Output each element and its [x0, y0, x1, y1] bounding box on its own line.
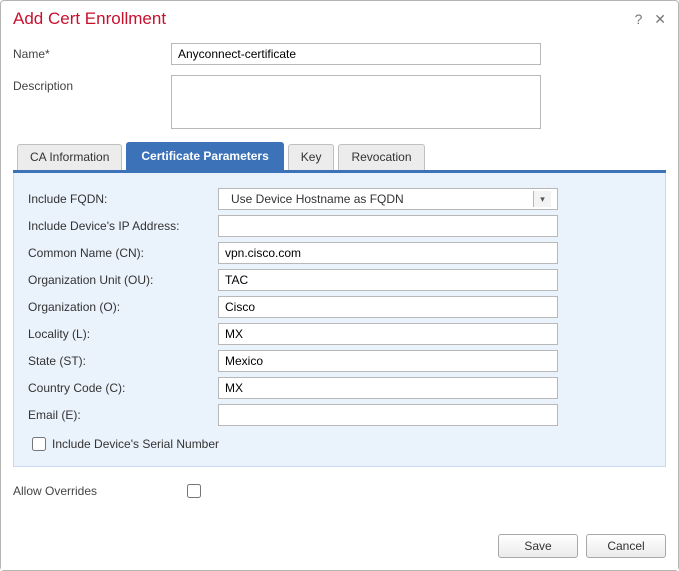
- tab-bar: CA Information Certificate Parameters Ke…: [13, 142, 666, 170]
- allow-overrides-checkbox[interactable]: [187, 484, 201, 498]
- common-name-label: Common Name (CN):: [28, 246, 218, 260]
- chevron-down-icon[interactable]: ▾: [533, 191, 551, 207]
- description-textarea[interactable]: [171, 75, 541, 129]
- close-icon[interactable]: ✕: [654, 11, 666, 27]
- include-fqdn-value: Use Device Hostname as FQDN: [225, 188, 533, 210]
- save-button[interactable]: Save: [498, 534, 578, 558]
- tab-revocation[interactable]: Revocation: [338, 144, 424, 170]
- include-ip-label: Include Device's IP Address:: [28, 219, 218, 233]
- dialog-titlebar: Add Cert Enrollment ? ✕: [1, 1, 678, 33]
- locality-label: Locality (L):: [28, 327, 218, 341]
- cancel-button[interactable]: Cancel: [586, 534, 666, 558]
- dialog-footer: Save Cancel: [1, 524, 678, 570]
- name-label: Name*: [13, 43, 171, 61]
- include-fqdn-label: Include FQDN:: [28, 192, 218, 206]
- include-serial-label: Include Device's Serial Number: [52, 437, 219, 451]
- organization-label: Organization (O):: [28, 300, 218, 314]
- state-label: State (ST):: [28, 354, 218, 368]
- country-code-input[interactable]: [218, 377, 558, 399]
- allow-overrides-label: Allow Overrides: [13, 484, 183, 498]
- common-name-input[interactable]: [218, 242, 558, 264]
- organization-input[interactable]: [218, 296, 558, 318]
- add-cert-enrollment-dialog: Add Cert Enrollment ? ✕ Name* Descriptio…: [0, 0, 679, 571]
- include-serial-checkbox[interactable]: [32, 437, 46, 451]
- organization-unit-label: Organization Unit (OU):: [28, 273, 218, 287]
- tab-ca-information[interactable]: CA Information: [17, 144, 122, 170]
- locality-input[interactable]: [218, 323, 558, 345]
- include-fqdn-select[interactable]: Use Device Hostname as FQDN ▾: [218, 188, 558, 210]
- tab-certificate-parameters[interactable]: Certificate Parameters: [126, 142, 283, 170]
- description-label: Description: [13, 75, 171, 93]
- organization-unit-input[interactable]: [218, 269, 558, 291]
- include-ip-input[interactable]: [218, 215, 558, 237]
- certificate-parameters-panel: Include FQDN: Use Device Hostname as FQD…: [13, 173, 666, 467]
- dialog-title: Add Cert Enrollment: [13, 9, 627, 29]
- email-input[interactable]: [218, 404, 558, 426]
- name-input[interactable]: [171, 43, 541, 65]
- email-label: Email (E):: [28, 408, 218, 422]
- tab-key[interactable]: Key: [288, 144, 335, 170]
- state-input[interactable]: [218, 350, 558, 372]
- help-icon[interactable]: ?: [635, 11, 643, 27]
- country-code-label: Country Code (C):: [28, 381, 218, 395]
